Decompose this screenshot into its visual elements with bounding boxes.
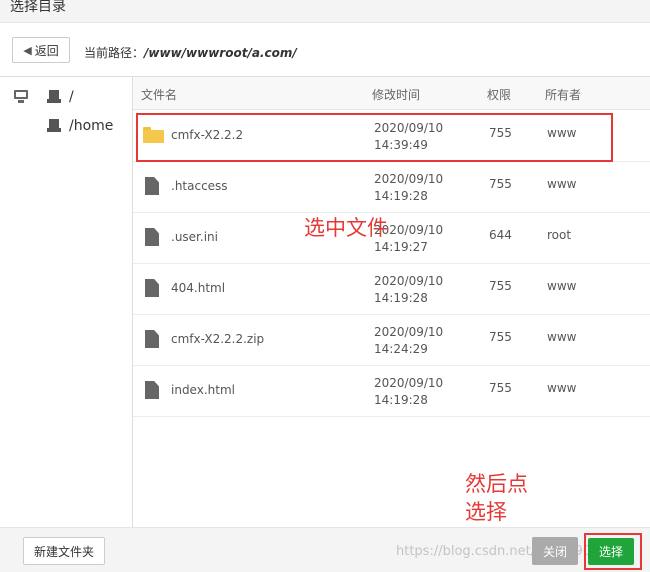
file-icon	[145, 228, 159, 246]
current-path: 当前路径：/www/wwwroot/a.com/	[84, 44, 297, 61]
file-list-header: 文件名 修改时间 权限 所有者	[133, 77, 650, 110]
new-folder-button[interactable]: 新建文件夹	[23, 537, 105, 565]
annotation-select-file: 选中文件	[304, 216, 388, 240]
back-button-label: 返回	[34, 43, 59, 58]
file-list: 文件名 修改时间 权限 所有者 cmfx-X2.2.2 2020/09/10 14…	[133, 77, 650, 527]
dialog-title: 选择目录	[10, 0, 66, 15]
table-row[interactable]: .htaccess 2020/09/10 14:19:28 755 www	[133, 161, 650, 213]
file-name: 404.html	[171, 281, 226, 295]
annotation-then-click: 然后点 选择	[465, 472, 528, 524]
file-owner: www	[547, 279, 577, 293]
file-perm: 755	[489, 279, 512, 293]
back-button[interactable]: ◀ 返回	[12, 37, 70, 63]
table-row[interactable]: 404.html 2020/09/10 14:19:28 755 www	[133, 263, 650, 315]
dialog-body: / /home 文件名 修改时间 权限 所有者 cmfx-X2.2.2 2020…	[0, 76, 650, 527]
file-perm: 755	[489, 381, 512, 395]
tree-item-home[interactable]: /home	[47, 118, 113, 134]
file-mtime: 2020/09/10 14:24:29	[374, 325, 444, 356]
column-header-mtime[interactable]: 修改时间	[372, 86, 420, 103]
computer-icon	[13, 90, 31, 104]
file-perm: 755	[489, 126, 512, 140]
file-icon	[145, 177, 159, 195]
file-perm: 755	[489, 330, 512, 344]
file-owner: www	[547, 381, 577, 395]
file-name: .user.ini	[171, 230, 218, 244]
file-owner: www	[547, 126, 577, 140]
folder-icon	[143, 127, 164, 143]
file-name: cmfx-X2.2.2.zip	[171, 332, 265, 346]
select-button-highlight	[584, 533, 642, 570]
file-name: .htaccess	[171, 179, 228, 193]
tree-item-home-label: /home	[69, 118, 114, 134]
table-row[interactable]: .user.ini 2020/09/10 14:19:27 644 root	[133, 212, 650, 264]
file-name: cmfx-X2.2.2	[171, 128, 244, 142]
column-header-perm[interactable]: 权限	[487, 86, 511, 103]
column-header-name[interactable]: 文件名	[141, 86, 177, 103]
file-mtime: 2020/09/10 14:19:28	[374, 172, 444, 203]
tree-item-root-label: /	[69, 89, 74, 105]
current-path-value: /www/wwwroot/a.com/	[144, 46, 297, 60]
table-row[interactable]: cmfx-X2.2.2.zip 2020/09/10 14:24:29 755 w…	[133, 314, 650, 366]
close-button[interactable]: 关闭	[532, 537, 578, 565]
file-perm: 755	[489, 177, 512, 191]
directory-tree: / /home	[0, 77, 133, 527]
file-icon	[145, 330, 159, 348]
file-owner: www	[547, 177, 577, 191]
drive-icon	[47, 119, 63, 133]
file-mtime: 2020/09/10 14:19:28	[374, 376, 444, 407]
file-mtime: 2020/09/10 14:39:49	[374, 121, 444, 152]
file-icon	[145, 381, 159, 399]
column-header-owner[interactable]: 所有者	[545, 86, 581, 103]
file-icon	[145, 279, 159, 297]
file-owner: www	[547, 330, 577, 344]
current-path-label: 当前路径：	[84, 46, 145, 60]
dialog-titlebar: 选择目录	[0, 0, 650, 23]
file-mtime: 2020/09/10 14:19:28	[374, 274, 444, 305]
path-bar: ◀ 返回 当前路径：/www/wwwroot/a.com/	[0, 23, 650, 75]
tree-item-root[interactable]: /	[13, 89, 74, 105]
file-perm: 644	[489, 228, 512, 242]
table-row[interactable]: cmfx-X2.2.2 2020/09/10 14:39:49 755 www	[133, 110, 650, 162]
drive-icon	[47, 90, 63, 104]
file-name: index.html	[171, 383, 235, 397]
file-owner: root	[547, 228, 572, 242]
dialog-footer: 新建文件夹 https://blog.csdn.net/qq_46905928 …	[0, 527, 650, 572]
back-arrow-icon: ◀	[23, 43, 32, 57]
table-row[interactable]: index.html 2020/09/10 14:19:28 755 www	[133, 365, 650, 417]
